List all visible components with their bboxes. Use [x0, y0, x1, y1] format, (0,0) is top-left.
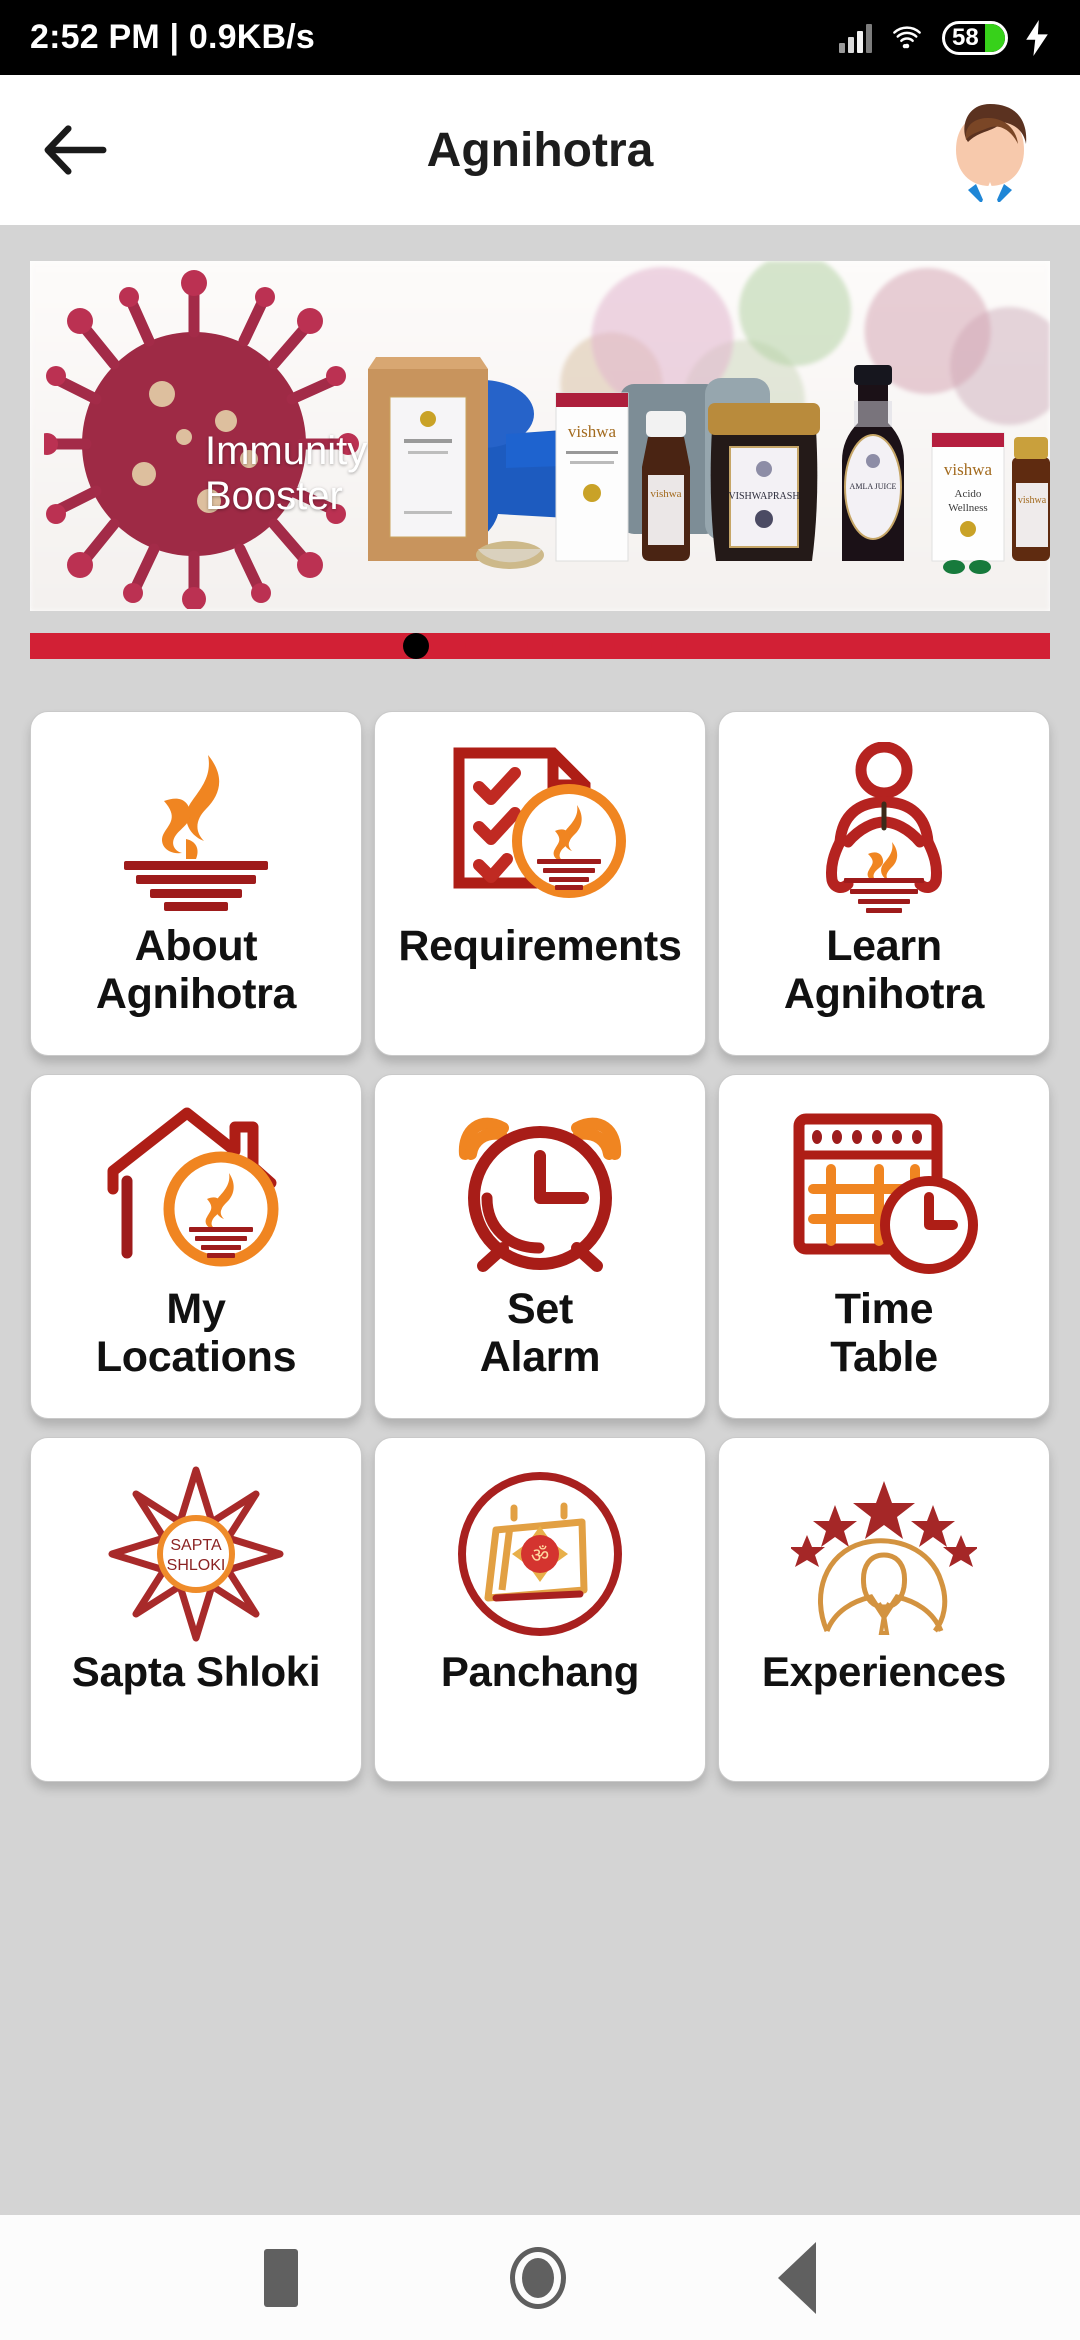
- banner-headline: Immunity Booster: [205, 429, 367, 519]
- sapta-shloki-inner-line2: SHLOKI: [167, 1557, 226, 1574]
- carousel-dot-4[interactable]: [589, 633, 615, 659]
- agnihotra-kunda-flame-icon: [108, 738, 284, 918]
- banner-slide[interactable]: Immunity Booster vishwa vishwa VISHWAPRA…: [30, 261, 1050, 611]
- carousel-dot-5[interactable]: [651, 633, 677, 659]
- svg-text:vishwa: vishwa: [568, 422, 617, 441]
- tile-set-alarm[interactable]: Set Alarm: [374, 1074, 706, 1419]
- calendar-clock-icon: [789, 1101, 979, 1281]
- sun-star-sapta-shloki-icon: SAPTA SHLOKI: [108, 1464, 284, 1644]
- tile-label: Panchang: [440, 1648, 640, 1695]
- banner-carousel[interactable]: Immunity Booster vishwa vishwa VISHWAPRA…: [0, 225, 1080, 659]
- app-bar: Agnihotra: [0, 75, 1080, 225]
- person-stars-icon: [791, 1464, 977, 1644]
- phone-screen: 2:52 PM | 0.9KB/s 58 Agnihotra Immunity …: [0, 0, 1080, 2340]
- product-lineup-illustration: vishwa vishwa VISHWAPRASH AMLA JUICE vis…: [368, 357, 1050, 574]
- carousel-dot-3[interactable]: [527, 633, 553, 659]
- charging-bolt-icon: [1026, 19, 1048, 56]
- carousel-dot-1[interactable]: [403, 633, 429, 659]
- svg-text:Wellness: Wellness: [948, 502, 987, 514]
- tile-label: Time Table: [830, 1285, 938, 1382]
- svg-text:VISHWAPRASH: VISHWAPRASH: [728, 491, 799, 502]
- carousel-dots[interactable]: [30, 633, 1050, 659]
- tile-sapta-shloki[interactable]: SAPTA SHLOKI Sapta Shloki: [30, 1437, 362, 1782]
- wifi-icon: [893, 25, 921, 48]
- sapta-shloki-inner-line1: SAPTA: [170, 1537, 222, 1554]
- carousel-dot-2-active[interactable]: [465, 633, 491, 659]
- tile-about-agnihotra[interactable]: About Agnihotra: [30, 711, 362, 1056]
- house-kunda-icon: [101, 1101, 291, 1281]
- banner-headline-line2: Booster: [205, 473, 343, 518]
- tile-label: Set Alarm: [479, 1285, 601, 1382]
- meditating-person-kunda-icon: [794, 738, 974, 918]
- svg-text:vishwa: vishwa: [1018, 495, 1047, 506]
- tile-my-locations[interactable]: My Locations: [30, 1074, 362, 1419]
- calendar-om-icon: ॐ: [452, 1464, 628, 1644]
- battery-icon: 58: [942, 20, 1008, 55]
- status-icons: 58: [839, 19, 1050, 56]
- tile-panchang[interactable]: ॐ Panchang: [374, 1437, 706, 1782]
- tile-requirements[interactable]: Requirements: [374, 711, 706, 1056]
- back-button[interactable]: [36, 110, 116, 190]
- back-triangle-icon[interactable]: [778, 2241, 816, 2314]
- tile-label: Sapta Shloki: [71, 1648, 321, 1695]
- battery-level-text: 58: [952, 23, 979, 51]
- tile-experiences[interactable]: Experiences: [718, 1437, 1050, 1782]
- banner-headline-line1: Immunity: [205, 429, 368, 473]
- alarm-clock-icon: [447, 1101, 633, 1281]
- home-circle-icon[interactable]: [510, 2246, 566, 2309]
- user-avatar-icon: [956, 104, 1027, 202]
- signal-bars-icon: [839, 23, 872, 53]
- page-title: Agnihotra: [426, 123, 654, 177]
- tile-label: Learn Agnihotra: [783, 922, 985, 1019]
- svg-text:ॐ: ॐ: [531, 1543, 549, 1567]
- tile-label: About Agnihotra: [95, 922, 297, 1019]
- checklist-document-kunda-icon: [445, 738, 635, 918]
- status-time-and-network-speed: 2:52 PM | 0.9KB/s: [30, 18, 316, 56]
- svg-text:AMLA JUICE: AMLA JUICE: [850, 482, 897, 491]
- avatar[interactable]: [936, 98, 1044, 202]
- tile-learn-agnihotra[interactable]: Learn Agnihotra: [718, 711, 1050, 1056]
- feature-grid: About Agnihotra Requirements Learn Agnih…: [30, 711, 1050, 1782]
- tile-label: Requirements: [398, 922, 682, 970]
- android-navigation-bar: [0, 2215, 1080, 2340]
- tile-label: My Locations: [95, 1285, 297, 1382]
- tile-time-table[interactable]: Time Table: [718, 1074, 1050, 1419]
- svg-text:vishwa: vishwa: [650, 488, 681, 500]
- svg-text:Acido: Acido: [955, 488, 982, 500]
- recents-square-icon[interactable]: [264, 2248, 298, 2307]
- tile-label: Experiences: [761, 1648, 1007, 1695]
- status-bar: 2:52 PM | 0.9KB/s 58: [0, 0, 1080, 75]
- back-arrow-icon: [44, 125, 107, 175]
- svg-text:vishwa: vishwa: [944, 460, 993, 479]
